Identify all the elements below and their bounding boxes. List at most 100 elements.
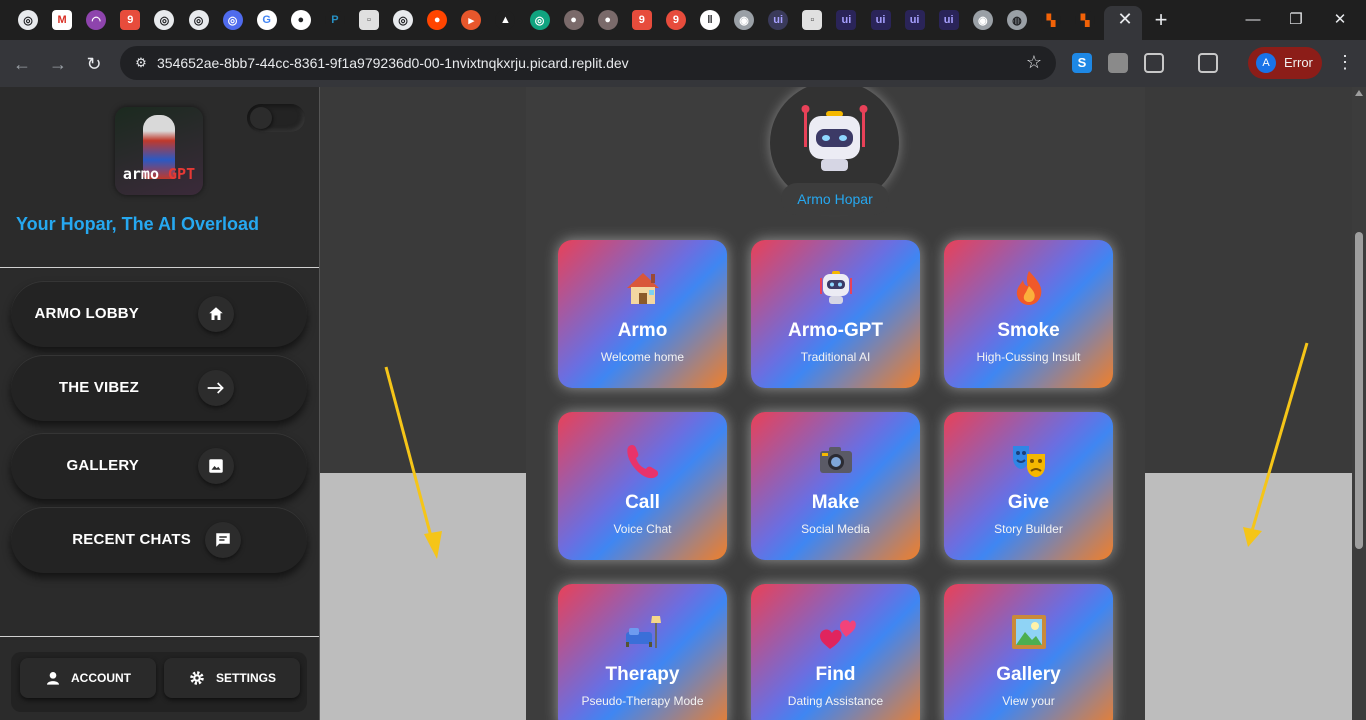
profile-avatar: A xyxy=(1256,53,1276,73)
tab-favicon-replit-icon[interactable]: ▚ xyxy=(1041,10,1061,30)
tab-favicon-gmail-icon[interactable]: M xyxy=(52,10,73,30)
card-title: Smoke xyxy=(997,320,1060,341)
tab-favicon-openai-icon[interactable]: ◎ xyxy=(154,10,175,30)
card-make[interactable]: Make Social Media xyxy=(751,412,920,560)
sidebar: armo GPT Your Hopar, The AI Overload ARM… xyxy=(0,87,320,720)
browser-toolbar: ← → ↻ ⚙ 354652ae-8bb7-44cc-8361-9f1a9792… xyxy=(0,40,1366,87)
tab-favicon-openai-icon[interactable]: ◎ xyxy=(393,10,414,30)
tab-favicon-paypal-icon[interactable]: P xyxy=(324,10,345,30)
sidebar-footer: ACCOUNT SETTINGS xyxy=(11,652,307,712)
tab-favicon-chrome-icon[interactable]: ◉ xyxy=(972,10,993,30)
tab-strip: ◎ M ◠ 9 ◎ ◎ ◎ G ● P ▫ ◎ ● ▸ ▲ ◎ ● ● 9 9 ‖ ◉ ui ▫ ui ui ui ui ◉ ◍ ▚ ▚ ✕ … xyxy=(0,0,1366,40)
tab-favicon-openai-blue-icon[interactable]: ◎ xyxy=(222,10,243,30)
url-text[interactable]: 354652ae-8bb7-44cc-8361-9f1a979236d0-00-… xyxy=(157,55,629,71)
tab-favicon-replit-icon[interactable]: ▚ xyxy=(1075,10,1096,30)
card-title: Call xyxy=(625,492,660,513)
browser-menu-icon[interactable]: ⋮ xyxy=(1336,52,1354,73)
page-scrollbar[interactable] xyxy=(1352,87,1366,720)
scroll-thumb[interactable] xyxy=(1355,232,1363,549)
nav-recent-chats[interactable]: RECENT CHATS xyxy=(11,507,307,573)
card-subtitle: Pseudo-Therapy Mode xyxy=(581,694,704,708)
tab-favicon-vercel-icon[interactable]: ▲ xyxy=(495,10,516,30)
back-icon[interactable]: ← xyxy=(10,52,34,76)
app-logo[interactable]: armo GPT xyxy=(115,107,203,195)
theater-masks-icon xyxy=(944,440,1113,480)
chat-icon xyxy=(205,522,241,558)
tab-favicon-pause-icon[interactable]: ‖ xyxy=(700,10,720,30)
address-bar[interactable]: ⚙ 354652ae-8bb7-44cc-8361-9f1a979236d0-0… xyxy=(120,46,1056,80)
nav-the-vibez-label: THE VIBEZ xyxy=(58,379,139,396)
card-title: Armo-GPT xyxy=(788,320,883,341)
hearts-icon xyxy=(751,612,920,652)
tab-favicon-reddit-icon[interactable]: ● xyxy=(427,10,448,30)
fire-icon xyxy=(944,268,1113,308)
tab-favicon-google-icon[interactable]: G xyxy=(256,10,277,30)
settings-label: SETTINGS xyxy=(215,671,276,685)
window-close-icon[interactable]: ✕ xyxy=(1320,8,1360,32)
card-find[interactable]: Find Dating Assistance xyxy=(751,584,920,720)
tab-favicon-nine-icon[interactable]: 9 xyxy=(120,10,141,30)
card-armo-gpt[interactable]: Armo-GPT Traditional AI xyxy=(751,240,920,388)
theme-toggle[interactable] xyxy=(247,104,305,132)
tab-favicon-avatar-icon[interactable]: ● xyxy=(563,10,584,30)
tab-favicon-ui-icon[interactable]: ui xyxy=(938,10,959,30)
tab-close-icon[interactable]: ✕ xyxy=(1115,9,1135,29)
bot-name: Armo Hopar xyxy=(781,183,889,215)
card-title: Gallery xyxy=(996,664,1061,685)
nav-the-vibez[interactable]: THE VIBEZ xyxy=(11,355,307,421)
sidebar-divider-top xyxy=(0,267,319,268)
profile-button[interactable]: A Error xyxy=(1248,47,1322,79)
card-armo[interactable]: Armo Welcome home xyxy=(558,240,727,388)
tab-favicon-github-icon[interactable]: ● xyxy=(290,10,311,30)
card-subtitle: View your xyxy=(1002,694,1055,708)
settings-button[interactable]: SETTINGS xyxy=(164,658,300,698)
bookmark-star-icon[interactable]: ☆ xyxy=(1026,52,1042,73)
tab-favicon-openai-icon[interactable]: ◎ xyxy=(188,10,209,30)
tab-favicon-openai-green-icon[interactable]: ◎ xyxy=(529,10,550,30)
logo-wordmark: armo GPT xyxy=(122,165,196,183)
house-icon xyxy=(558,268,727,308)
search-tabs-icon[interactable] xyxy=(1198,53,1218,73)
tab-favicon-doc-icon[interactable]: ▫ xyxy=(359,10,379,30)
card-gallery[interactable]: Gallery View your xyxy=(944,584,1113,720)
card-subtitle: Dating Assistance xyxy=(787,694,884,708)
tab-favicon-avatar-icon[interactable]: ● xyxy=(597,10,618,30)
tab-favicon-openai-icon[interactable]: ◎ xyxy=(18,10,38,30)
card-therapy[interactable]: Therapy Pseudo-Therapy Mode xyxy=(558,584,727,720)
tab-favicon-chrome-icon[interactable]: ◉ xyxy=(734,10,755,30)
arrow-right-icon xyxy=(198,370,234,406)
extension-s-icon[interactable]: S xyxy=(1072,53,1092,73)
minimize-icon[interactable]: — xyxy=(1233,8,1273,32)
tab-favicon-rainbow-icon[interactable]: ◠ xyxy=(86,10,107,30)
forward-icon[interactable]: → xyxy=(46,52,70,76)
phone-icon xyxy=(558,440,727,480)
extensions-puzzle-icon[interactable] xyxy=(1144,53,1164,73)
toggle-knob xyxy=(250,107,272,129)
reload-icon[interactable]: ↻ xyxy=(82,52,106,76)
card-give[interactable]: Give Story Builder xyxy=(944,412,1113,560)
card-call[interactable]: Call Voice Chat xyxy=(558,412,727,560)
tab-favicon-ui-icon[interactable]: ui xyxy=(904,10,925,30)
nav-armo-lobby[interactable]: ARMO LOBBY xyxy=(11,281,307,347)
tab-favicon-doc-icon[interactable]: ▫ xyxy=(802,10,823,30)
account-button[interactable]: ACCOUNT xyxy=(20,658,156,698)
tab-favicon-nine-circle-icon[interactable]: 9 xyxy=(665,10,686,30)
new-tab-button[interactable]: + xyxy=(1150,7,1172,33)
tab-favicon-ui-circle-icon[interactable]: ui xyxy=(768,10,789,30)
tab-favicon-play-icon[interactable]: ▸ xyxy=(461,10,482,30)
tab-favicon-ui-icon[interactable]: ui xyxy=(870,10,891,30)
account-label: ACCOUNT xyxy=(71,671,131,685)
gear-icon xyxy=(190,671,204,685)
extension-icon[interactable] xyxy=(1108,53,1128,73)
card-subtitle: Welcome home xyxy=(600,350,685,364)
tab-favicon-ui-icon[interactable]: ui xyxy=(836,10,857,30)
home-icon xyxy=(198,296,234,332)
site-settings-icon[interactable]: ⚙ xyxy=(132,54,150,72)
scroll-up-icon[interactable] xyxy=(1355,90,1363,96)
tab-favicon-globe-icon[interactable]: ◍ xyxy=(1006,10,1027,30)
tab-favicon-nine-icon[interactable]: 9 xyxy=(631,10,652,30)
restore-icon[interactable]: ❐ xyxy=(1276,8,1316,32)
nav-gallery[interactable]: GALLERY xyxy=(11,433,307,499)
card-smoke[interactable]: Smoke High-Cussing Insult xyxy=(944,240,1113,388)
profile-status: Error xyxy=(1284,55,1313,70)
